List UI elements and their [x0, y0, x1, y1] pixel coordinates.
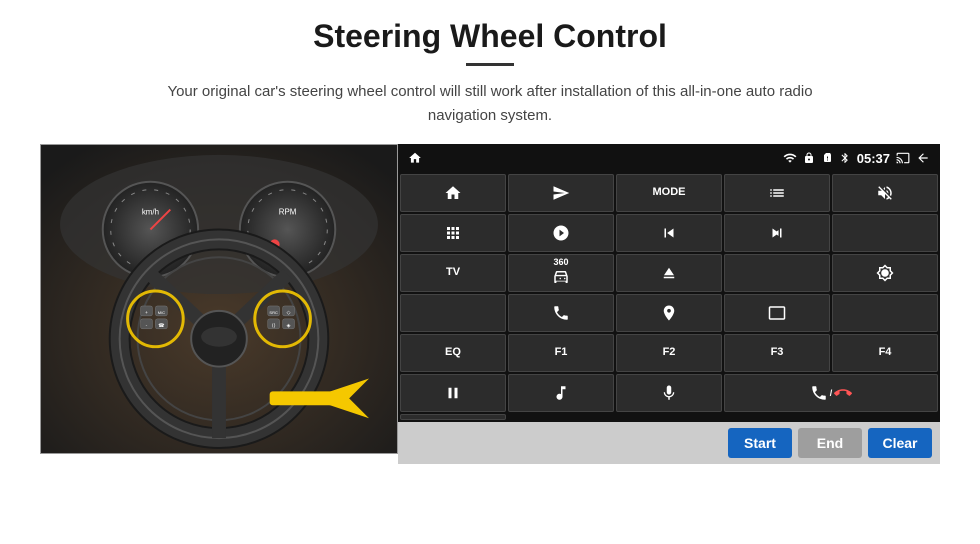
btn-list[interactable]: [724, 174, 830, 212]
btn-apps[interactable]: [400, 214, 506, 252]
btn-settings[interactable]: [508, 214, 614, 252]
clear-button[interactable]: Clear: [868, 428, 932, 458]
svg-text:+: +: [145, 311, 148, 316]
home-status-icon: [408, 151, 422, 165]
content-area: km/h RPM: [40, 144, 940, 464]
btn-vol-mute[interactable]: [832, 174, 938, 212]
btn-phone[interactable]: [508, 294, 614, 332]
btn-mode[interactable]: MODE: [616, 174, 722, 212]
btn-radio[interactable]: [724, 254, 830, 292]
btn-f2[interactable]: F1: [508, 334, 614, 372]
bluetooth-icon: [839, 152, 851, 164]
btn-prev[interactable]: [616, 214, 722, 252]
control-button-grid: MODE: [398, 172, 940, 422]
status-time: 05:37: [857, 151, 890, 166]
action-bar: Start End Clear: [398, 422, 940, 464]
btn-f3[interactable]: F2: [616, 334, 722, 372]
lock-icon: [803, 152, 815, 164]
btn-next[interactable]: [724, 214, 830, 252]
svg-text:SRC: SRC: [269, 310, 278, 315]
title-divider: [466, 63, 514, 66]
status-bar-right: 05:37: [783, 151, 930, 166]
btn-f1[interactable]: EQ: [400, 334, 506, 372]
status-bar-left: [408, 151, 422, 165]
btn-home[interactable]: [400, 174, 506, 212]
btn-eject[interactable]: [616, 254, 722, 292]
cast-icon: [896, 151, 910, 165]
btn-f4[interactable]: F3: [724, 334, 830, 372]
svg-text:⟨⟩: ⟨⟩: [272, 323, 276, 329]
btn-play-pause[interactable]: [400, 374, 506, 412]
btn-f5[interactable]: F4: [832, 334, 938, 372]
btn-phone-answer[interactable]: /: [724, 374, 938, 412]
btn-screen[interactable]: [724, 294, 830, 332]
btn-music[interactable]: [508, 374, 614, 412]
btn-media[interactable]: TV: [400, 254, 506, 292]
wifi-icon: [783, 151, 797, 165]
steering-wheel-image: km/h RPM: [40, 144, 398, 454]
end-button[interactable]: End: [798, 428, 862, 458]
btn-eq[interactable]: [832, 294, 938, 332]
svg-text:◇: ◇: [287, 310, 291, 316]
head-unit-panel: 05:37 MODE: [398, 144, 940, 464]
back-icon: [916, 151, 930, 165]
svg-text:RPM: RPM: [279, 208, 297, 217]
status-bar: 05:37: [398, 144, 940, 172]
start-button[interactable]: Start: [728, 428, 792, 458]
btn-send[interactable]: [508, 174, 614, 212]
btn-mic[interactable]: [616, 374, 722, 412]
btn-empty[interactable]: [400, 414, 506, 420]
svg-text:◈: ◈: [287, 323, 291, 329]
btn-dvd[interactable]: [400, 294, 506, 332]
sim-icon: [821, 152, 833, 164]
page-subtitle: Your original car's steering wheel contr…: [140, 80, 840, 128]
svg-text:km/h: km/h: [142, 208, 159, 217]
svg-text:M/C: M/C: [158, 310, 165, 315]
svg-text:☎: ☎: [158, 323, 164, 329]
btn-360[interactable]: 360: [508, 254, 614, 292]
btn-brightness[interactable]: [832, 254, 938, 292]
page-title: Steering Wheel Control: [313, 18, 667, 55]
btn-navigation[interactable]: [616, 294, 722, 332]
btn-tv[interactable]: [832, 214, 938, 252]
